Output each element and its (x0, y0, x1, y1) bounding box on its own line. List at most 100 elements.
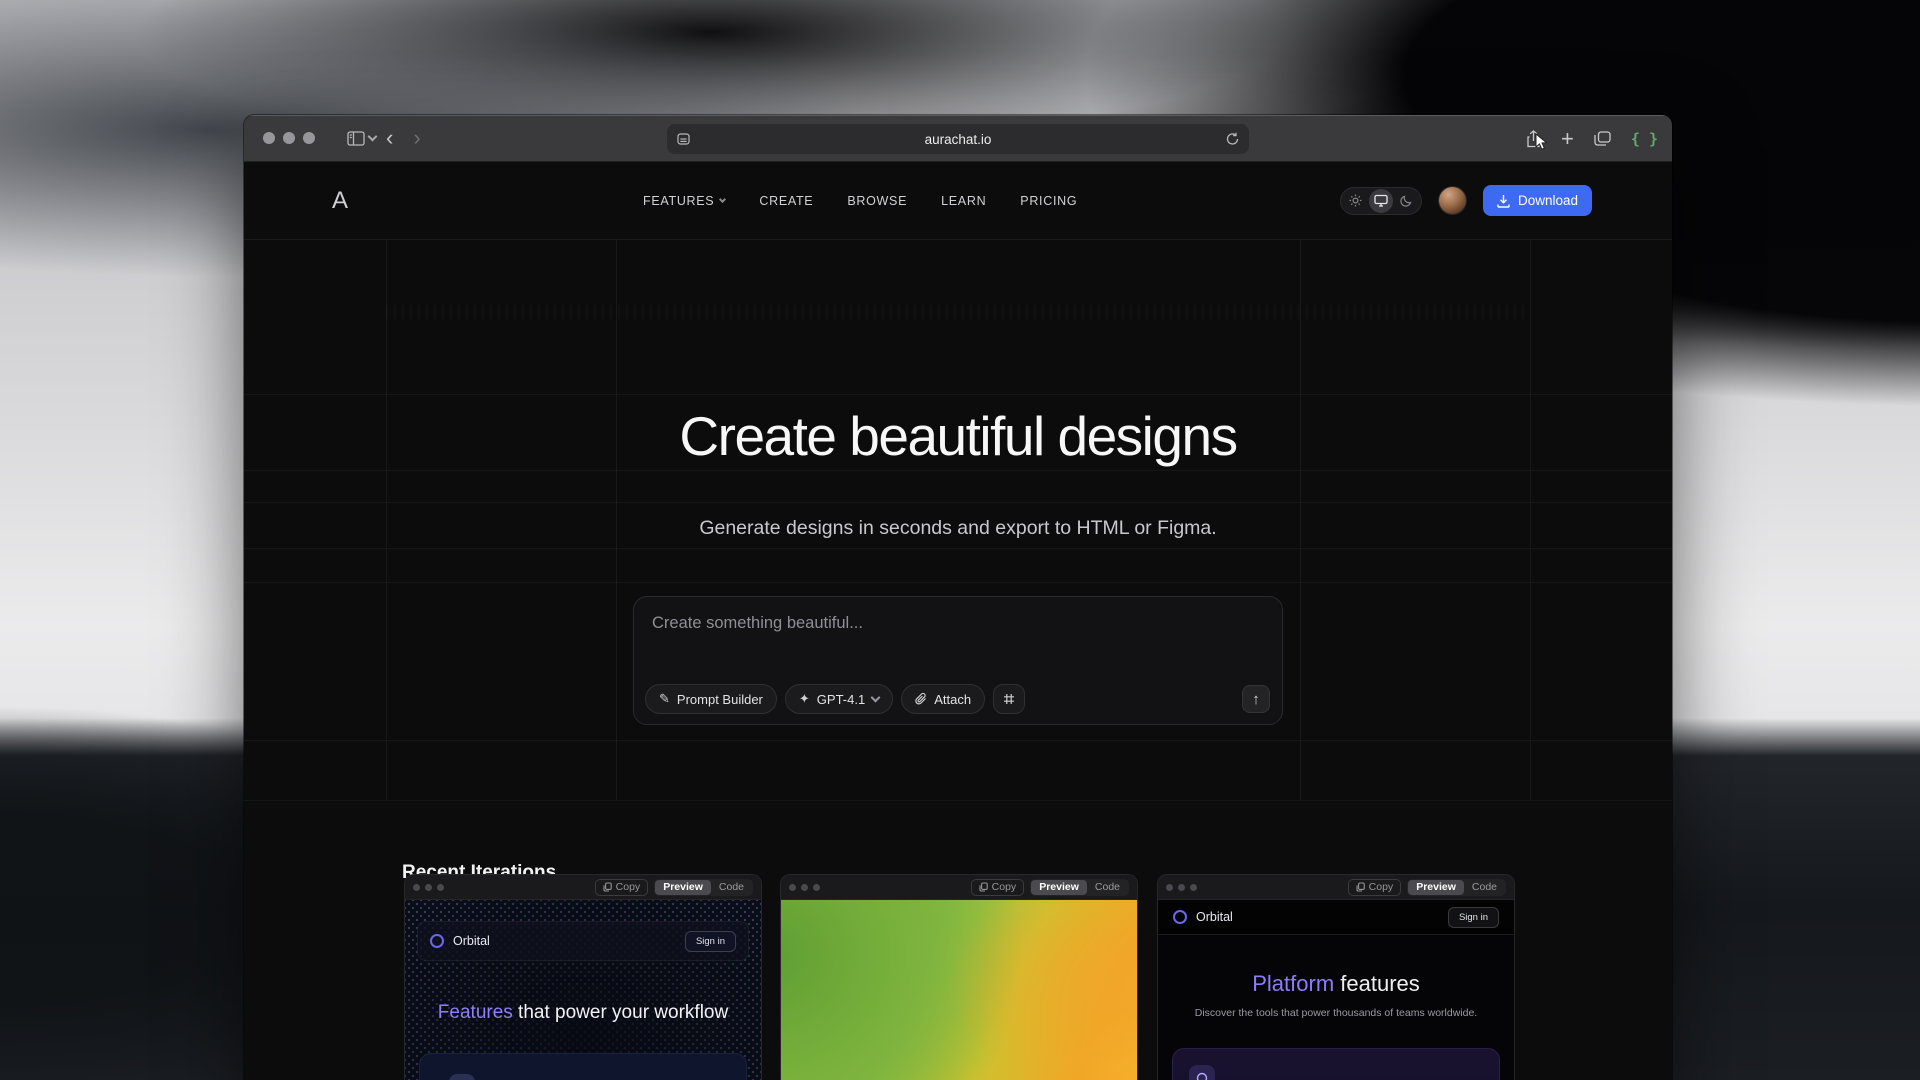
nav-item-label: LEARN (941, 194, 986, 208)
close-window-button[interactable] (263, 132, 275, 144)
zoom-window-button[interactable] (303, 132, 315, 144)
download-label: Download (1518, 193, 1578, 208)
devtools-icon[interactable]: { } (1631, 130, 1658, 148)
copy-button[interactable]: Copy (595, 879, 649, 896)
send-button[interactable]: ↑ (1242, 685, 1270, 713)
model-select[interactable]: ✦ GPT-4.1 (785, 684, 893, 714)
mouse-cursor (1535, 133, 1549, 151)
system-theme-monitor-icon[interactable] (1369, 189, 1393, 213)
light-theme-sun-icon[interactable] (1344, 189, 1368, 213)
minimize-window-button[interactable] (283, 132, 295, 144)
window-dots (789, 884, 820, 891)
brand-name: Orbital (1196, 910, 1233, 924)
new-tab-button[interactable]: + (1561, 128, 1574, 150)
nav-item-label: BROWSE (847, 194, 907, 208)
code-tab[interactable]: Code (1087, 880, 1128, 895)
page-title: Create beautiful designs (244, 404, 1672, 468)
chevron-down-icon (871, 693, 881, 703)
tab-overview-icon[interactable] (1594, 131, 1611, 146)
prompt-builder-button[interactable]: ✎ Prompt Builder (645, 684, 777, 714)
prompt-builder-label: Prompt Builder (677, 692, 763, 707)
orbital-navbar: Orbital Sign in (1158, 900, 1514, 935)
grid-line (244, 470, 1672, 471)
nav-item-create[interactable]: CREATE (759, 194, 813, 208)
preview-tab[interactable]: Preview (655, 880, 711, 895)
grid-line (244, 394, 1672, 395)
code-tab[interactable]: Code (711, 880, 752, 895)
copy-icon (603, 882, 612, 892)
frame-grid-button[interactable] (993, 684, 1025, 714)
card-toolbar: Copy Preview Code (781, 875, 1137, 900)
paperclip-icon (915, 693, 927, 706)
safari-window: ‹ › aurachat.io (244, 115, 1672, 1080)
webpage: A FEATURES CREATE BROWSE LEARN (244, 162, 1672, 1080)
dark-theme-moon-icon[interactable] (1394, 189, 1418, 213)
grid-line (244, 548, 1672, 549)
nav-item-label: PRICING (1020, 194, 1077, 208)
preview-tab[interactable]: Preview (1408, 880, 1464, 895)
grid-line (244, 502, 1672, 503)
preview-tab[interactable]: Preview (1031, 880, 1087, 895)
sign-in-button[interactable]: Sign in (685, 931, 736, 952)
url-text[interactable]: aurachat.io (690, 132, 1226, 147)
view-switcher: Preview Code (1407, 879, 1506, 896)
feature-panel (1172, 1048, 1500, 1080)
nav-item-learn[interactable]: LEARN (941, 194, 986, 208)
theme-toggle[interactable] (1340, 187, 1422, 215)
grid-line (244, 740, 1672, 741)
sign-in-button[interactable]: Sign in (1448, 907, 1499, 928)
brand-name: Orbital (453, 934, 490, 948)
chevron-down-icon (719, 195, 726, 202)
reload-icon[interactable] (1226, 132, 1239, 146)
sparkle-icon: ✦ (799, 691, 810, 707)
attach-label: Attach (934, 692, 971, 707)
window-dots (1166, 884, 1197, 891)
back-button[interactable]: ‹ (376, 127, 403, 149)
orbital-navbar: Orbital Sign in (417, 921, 749, 961)
feature-panel (419, 1053, 747, 1080)
window-controls (263, 132, 315, 144)
model-label: GPT-4.1 (817, 692, 865, 707)
download-button[interactable]: Download (1483, 185, 1592, 216)
copy-icon (1356, 882, 1365, 892)
sidebar-toggle-button[interactable] (347, 131, 365, 146)
decorative-ticks (386, 305, 1530, 319)
copy-button[interactable]: Copy (1348, 879, 1402, 896)
address-bar[interactable]: aurachat.io (667, 124, 1249, 154)
nav-item-label: CREATE (759, 194, 813, 208)
forward-button[interactable]: › (403, 127, 430, 149)
nav-item-browse[interactable]: BROWSE (847, 194, 907, 208)
nav-item-label: FEATURES (643, 194, 714, 208)
iteration-card-3[interactable]: Copy Preview Code Orbital Sign in (1157, 874, 1515, 1080)
copy-button[interactable]: Copy (971, 879, 1025, 896)
browser-toolbar: ‹ › aurachat.io (244, 115, 1672, 162)
page-subtitle: Generate designs in seconds and export t… (244, 517, 1672, 540)
iteration-card-1[interactable]: Copy Preview Code Orbital Sign in (404, 874, 762, 1080)
nav-item-pricing[interactable]: PRICING (1020, 194, 1077, 208)
view-switcher: Preview Code (1030, 879, 1129, 896)
user-avatar[interactable] (1439, 187, 1466, 214)
site-navbar: A FEATURES CREATE BROWSE LEARN (244, 162, 1672, 240)
iteration-card-2[interactable]: Copy Preview Code (780, 874, 1138, 1080)
copy-label: Copy (1369, 881, 1394, 893)
pen-sparkle-icon: ✎ (659, 691, 670, 707)
nav-item-features[interactable]: FEATURES (643, 194, 725, 208)
page-settings-icon[interactable] (677, 133, 690, 145)
feature-tile-icon (449, 1074, 475, 1080)
grid-line (244, 582, 1672, 583)
nav-links: FEATURES CREATE BROWSE LEARN PRICING (643, 194, 1077, 208)
card-toolbar: Copy Preview Code (405, 875, 761, 900)
orbital-logo-icon (1173, 910, 1187, 924)
grid-line (244, 800, 1672, 801)
site-logo[interactable]: A (332, 187, 347, 215)
attach-button[interactable]: Attach (901, 684, 985, 714)
card-toolbar: Copy Preview Code (1158, 875, 1514, 900)
view-switcher: Preview Code (654, 879, 753, 896)
feature-tile-icon (1189, 1065, 1215, 1080)
code-tab[interactable]: Code (1464, 880, 1505, 895)
orbital-logo-icon (430, 934, 444, 948)
prompt-box: ✎ Prompt Builder ✦ GPT-4.1 (633, 596, 1283, 725)
download-icon (1497, 194, 1510, 208)
window-dots (413, 884, 444, 891)
card-subtitle: Discover the tools that power thousands … (1158, 1007, 1514, 1019)
